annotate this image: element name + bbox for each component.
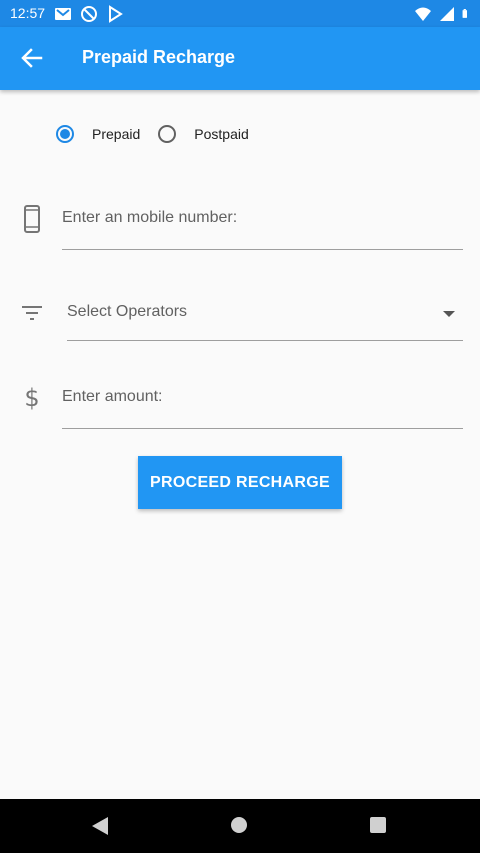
gmail-icon bbox=[55, 8, 71, 20]
mobile-number-input[interactable]: Enter an mobile number: bbox=[62, 209, 463, 250]
nav-home-icon[interactable] bbox=[231, 817, 247, 833]
system-icons bbox=[414, 5, 472, 23]
battery-icon bbox=[462, 9, 467, 18]
nav-recents-icon[interactable] bbox=[370, 817, 386, 833]
wifi-icon bbox=[415, 7, 431, 21]
amount-input[interactable]: Enter amount: bbox=[62, 388, 463, 429]
operator-select[interactable]: Select Operators bbox=[67, 303, 463, 341]
chevron-down-icon bbox=[443, 311, 455, 317]
app-bar: Prepaid Recharge bbox=[0, 27, 480, 90]
plan-type-radio-group: Prepaid Postpaid bbox=[56, 123, 249, 145]
prepaid-radio[interactable] bbox=[56, 125, 74, 143]
postpaid-label[interactable]: Postpaid bbox=[194, 126, 248, 142]
amount-placeholder: Enter amount: bbox=[62, 388, 163, 405]
status-time: 12:57 bbox=[10, 5, 46, 21]
back-button[interactable] bbox=[18, 44, 46, 72]
play-store-icon bbox=[109, 5, 123, 23]
prepaid-label[interactable]: Prepaid bbox=[92, 126, 140, 142]
status-bar: 12:57 bbox=[0, 0, 480, 27]
nav-back-icon[interactable] bbox=[92, 817, 108, 835]
mobile-number-placeholder: Enter an mobile number: bbox=[62, 209, 238, 226]
arrow-back-icon bbox=[21, 48, 43, 68]
page-title: Prepaid Recharge bbox=[82, 47, 236, 67]
radio-selected-dot bbox=[60, 129, 70, 139]
postpaid-radio[interactable] bbox=[158, 125, 177, 143]
do-not-disturb-icon bbox=[81, 6, 97, 22]
system-nav-bar bbox=[0, 799, 480, 853]
signal-icon bbox=[440, 7, 454, 21]
notification-icons bbox=[54, 5, 124, 23]
operator-select-value: Select Operators bbox=[67, 303, 188, 320]
dollar-icon: $ bbox=[24, 384, 40, 412]
filter-icon bbox=[20, 299, 44, 327]
proceed-recharge-button[interactable]: PROCEED RECHARGE bbox=[138, 456, 342, 509]
phone-icon bbox=[20, 205, 44, 233]
